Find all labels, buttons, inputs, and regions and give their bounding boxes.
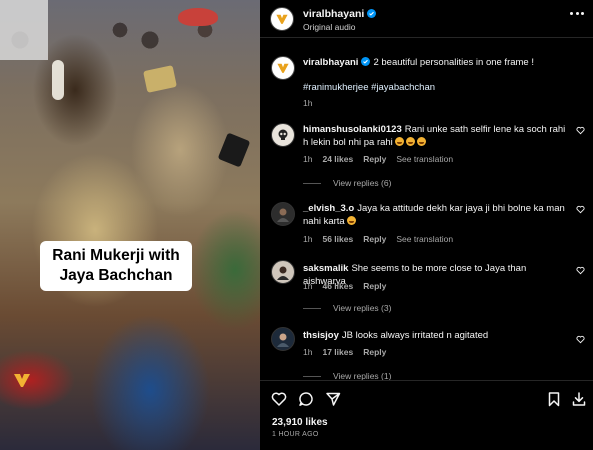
comment-meta: 1h 56 likes Reply See translation: [303, 234, 453, 244]
comment-likes[interactable]: 56 likes: [322, 234, 353, 244]
view-replies-text[interactable]: View replies (1): [333, 371, 391, 380]
laughing-emoji-icon: [346, 216, 356, 225]
caption-username[interactable]: viralbhayani: [303, 57, 358, 68]
see-translation-link[interactable]: See translation: [396, 234, 453, 244]
like-count[interactable]: 23,910 likes: [272, 417, 328, 428]
laughing-emoji-icon: [394, 137, 404, 146]
media-turban: [178, 8, 218, 26]
view-replies-button[interactable]: View replies (6): [303, 178, 391, 188]
replies-dash: [303, 182, 321, 184]
media-hair-flowers: [52, 60, 64, 100]
view-replies-button[interactable]: View replies (3): [303, 303, 391, 313]
comment-time: 1h: [303, 347, 313, 357]
laughing-emoji-icon: [416, 137, 426, 146]
comment-text-line: himanshusolanki0123 Rani unke sath selfir…: [303, 123, 569, 149]
more-dots-icon[interactable]: [570, 12, 584, 16]
person-avatar-icon: [277, 333, 289, 347]
comment-username[interactable]: saksmalik: [303, 263, 348, 274]
commenter-avatar[interactable]: [271, 123, 295, 147]
comment-likes[interactable]: 46 likes: [322, 281, 353, 291]
comment-meta: 1h 46 likes Reply: [303, 281, 386, 291]
comment-text: JB looks always irritated n agitated: [341, 330, 489, 341]
post-header: viralbhayani Original audio: [260, 0, 593, 38]
verified-badge-icon: [367, 9, 377, 18]
comment-username[interactable]: himanshusolanki0123: [303, 124, 402, 135]
comment-reply-button[interactable]: Reply: [363, 154, 386, 164]
comments-scroll-area[interactable]: viralbhayani 2 beautiful personalities in…: [260, 39, 593, 380]
comment-username[interactable]: _elvish_3.o: [303, 203, 354, 214]
see-translation-link[interactable]: See translation: [396, 154, 453, 164]
post-timestamp: 1 HOUR AGO: [272, 431, 319, 438]
comment-meta: 1h 17 likes Reply: [303, 347, 386, 357]
comment-heart-icon[interactable]: [576, 126, 585, 135]
comment-heart-icon[interactable]: [576, 266, 585, 275]
replies-dash: [303, 375, 321, 377]
view-replies-text[interactable]: View replies (3): [333, 303, 391, 313]
comment-meta: 1h 24 likes Reply See translation: [303, 154, 453, 164]
comment-reply-button[interactable]: Reply: [363, 347, 386, 357]
comment-reply-button[interactable]: Reply: [363, 281, 386, 291]
comment-likes[interactable]: 24 likes: [322, 154, 353, 164]
media-caption-box: Rani Mukerji with Jaya Bachchan: [40, 241, 192, 291]
author-avatar[interactable]: [270, 7, 294, 31]
audio-label[interactable]: Original audio: [303, 22, 355, 32]
caption-hashtags[interactable]: #ranimukherjee #jayabachchan: [303, 82, 435, 93]
author-avatar[interactable]: [271, 56, 295, 80]
caption-meta: 1h: [303, 98, 312, 108]
post-action-bar: 23,910 likes 1 HOUR AGO: [260, 380, 593, 450]
media-banner-sign: [0, 0, 48, 60]
author-username-text[interactable]: viralbhayani: [303, 8, 364, 20]
author-username[interactable]: viralbhayani: [303, 8, 377, 20]
brand-watermark-icon: [14, 374, 30, 387]
caption-line: viralbhayani 2 beautiful personalities in…: [303, 56, 569, 69]
media-caption-text: Rani Mukerji with Jaya Bachchan: [52, 247, 180, 284]
brand-logo-icon: [277, 63, 289, 73]
comment-reply-button[interactable]: Reply: [363, 234, 386, 244]
paper-plane-icon[interactable]: [325, 391, 341, 407]
person-avatar-icon: [277, 266, 289, 280]
comment-text-line: thsisjoy JB looks always irritated n agit…: [303, 329, 569, 342]
comment-bubble-icon[interactable]: [298, 391, 314, 407]
view-replies-text[interactable]: View replies (6): [333, 178, 391, 188]
heart-icon[interactable]: [271, 391, 287, 407]
post-media[interactable]: Rani Mukerji with Jaya Bachchan: [0, 0, 260, 450]
commenter-avatar[interactable]: [271, 202, 295, 226]
comment-time: 1h: [303, 281, 313, 291]
commenter-avatar[interactable]: [271, 260, 295, 284]
comment-heart-icon[interactable]: [576, 205, 585, 214]
bookmark-icon[interactable]: [546, 391, 562, 407]
comment-time: 1h: [303, 234, 313, 244]
comment-likes[interactable]: 17 likes: [322, 347, 353, 357]
comment-text-line: _elvish_3.o Jaya ka attitude dekh kar jay…: [303, 202, 569, 228]
verified-badge-icon: [361, 57, 371, 66]
replies-dash: [303, 307, 321, 309]
laughing-emoji-icon: [405, 137, 415, 146]
post-side-panel: viralbhayani Original audio viralbhayani…: [260, 0, 593, 450]
caption-hashtags-line: #ranimukherjee #jayabachchan: [303, 81, 569, 94]
caption-text: 2 beautiful personalities in one frame !: [373, 57, 534, 68]
brand-logo-icon: [276, 14, 288, 24]
download-icon[interactable]: [571, 391, 587, 407]
skull-avatar-icon: [278, 129, 288, 140]
media-phone-black: [217, 132, 251, 168]
person-avatar-icon: [277, 208, 289, 222]
view-replies-button[interactable]: View replies (1): [303, 371, 391, 380]
caption-time: 1h: [303, 98, 313, 108]
commenter-avatar[interactable]: [271, 327, 295, 351]
comment-time: 1h: [303, 154, 313, 164]
comment-heart-icon[interactable]: [576, 335, 585, 344]
comment-username[interactable]: thsisjoy: [303, 330, 339, 341]
